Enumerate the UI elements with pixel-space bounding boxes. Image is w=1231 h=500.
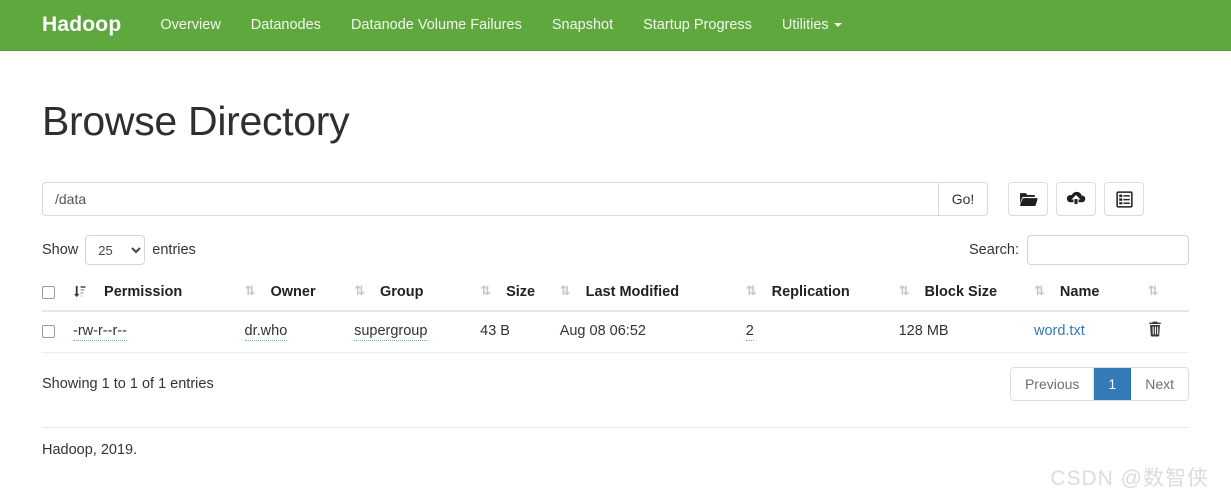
cut-paste-button[interactable] [1104, 182, 1144, 217]
nav-item-startup-progress[interactable]: Startup Progress [628, 0, 767, 51]
path-toolbar: Go! [42, 182, 1189, 217]
directory-path-input[interactable] [42, 182, 938, 217]
nav-link-list: Overview Datanodes Datanode Volume Failu… [139, 0, 856, 51]
column-header-group[interactable]: ⇅ Group [354, 275, 481, 313]
nav-link-datanode-volume-failures[interactable]: Datanode Volume Failures [336, 0, 537, 51]
nav-item-datanodes[interactable]: Datanodes [236, 0, 336, 51]
directory-listing-table: Permission ⇅ Owner ⇅ Group ⇅ Size ⇅ Last… [42, 275, 1189, 354]
datatable-footer: Showing 1 to 1 of 1 entries Previous 1 N… [42, 367, 1189, 402]
sort-both-icon: ⇅ [1147, 283, 1159, 299]
pagination-page-1[interactable]: 1 [1094, 368, 1132, 401]
search-input[interactable] [1027, 235, 1189, 266]
create-directory-button[interactable] [1008, 182, 1048, 217]
table-header: Permission ⇅ Owner ⇅ Group ⇅ Size ⇅ Last… [42, 275, 1189, 313]
table-body: -rw-r--r-- dr.who supergroup 43 B Aug 08… [42, 311, 1189, 354]
nav-item-utilities[interactable]: Utilities [767, 0, 857, 51]
nav-link-utilities[interactable]: Utilities [767, 0, 857, 51]
nav-link-utilities-label: Utilities [781, 16, 829, 33]
column-header-owner[interactable]: ⇅ Owner [244, 275, 355, 313]
sort-both-icon: ⇅ [244, 283, 256, 299]
entries-length-control: Show 25 50 100 entries [42, 235, 196, 266]
sort-both-icon: ⇅ [559, 283, 571, 299]
sort-both-icon: ⇅ [1033, 283, 1045, 299]
nav-item-overview[interactable]: Overview [145, 0, 235, 51]
nav-link-datanodes[interactable]: Datanodes [236, 0, 336, 51]
chevron-down-icon [833, 22, 842, 27]
cell-name: word.txt [1033, 311, 1148, 354]
nav-item-snapshot[interactable]: Snapshot [537, 0, 628, 51]
column-label-owner: Owner [270, 284, 316, 301]
select-all-checkbox[interactable] [42, 285, 55, 299]
column-label-group: Group [380, 284, 424, 301]
row-checkbox[interactable] [42, 324, 55, 338]
path-input-group: Go! [42, 182, 988, 217]
column-header-permission[interactable]: Permission [73, 275, 245, 313]
cloud-upload-icon [1066, 191, 1086, 207]
show-label: Show [42, 242, 79, 259]
page-title: Browse Directory [42, 98, 350, 144]
column-header-block-size[interactable]: ⇅ Block Size [898, 275, 1034, 313]
column-header-name[interactable]: ⇅ Name [1033, 275, 1148, 313]
brand-logo[interactable]: Hadoop [28, 0, 139, 50]
delete-file-button[interactable] [1148, 321, 1162, 341]
column-label-name: Name [1059, 284, 1100, 301]
column-label-block-size: Block Size [924, 284, 998, 301]
cell-replication: 2 [745, 311, 899, 354]
footer-divider [42, 427, 1189, 429]
group-value[interactable]: supergroup [354, 323, 428, 342]
nav-item-datanode-volume-failures[interactable]: Datanode Volume Failures [336, 0, 537, 51]
pagination-next[interactable]: Next [1131, 368, 1188, 401]
entries-label: entries [152, 242, 196, 259]
clipboard-list-icon [1115, 190, 1133, 208]
sort-both-icon: ⇅ [354, 283, 365, 299]
column-label-size: Size [506, 284, 536, 301]
pagination: Previous 1 Next [1009, 367, 1189, 402]
table-header-row: Permission ⇅ Owner ⇅ Group ⇅ Size ⇅ Last… [42, 275, 1189, 313]
datatable-controls: Show 25 50 100 entries Search: [42, 235, 1189, 266]
nav-link-startup-progress[interactable]: Startup Progress [628, 0, 767, 51]
top-navbar: Hadoop Overview Datanodes Datanode Volum… [0, 0, 1231, 51]
sort-amount-down-icon [73, 285, 86, 302]
nav-link-overview[interactable]: Overview [145, 0, 235, 51]
cell-block-size: 128 MB [898, 311, 1034, 354]
directory-action-buttons [1008, 182, 1144, 217]
csdn-watermark: CSDN @数智侠 [1050, 467, 1209, 490]
page-container: Browse Directory Go! [0, 98, 1231, 459]
sort-both-icon: ⇅ [480, 283, 491, 299]
go-button[interactable]: Go! [938, 182, 988, 217]
permission-value[interactable]: -rw-r--r-- [73, 323, 127, 342]
row-select-cell[interactable] [42, 311, 73, 354]
cell-permission: -rw-r--r-- [73, 311, 245, 354]
replication-value[interactable]: 2 [745, 323, 754, 342]
entries-info: Showing 1 to 1 of 1 entries [42, 376, 214, 393]
pagination-previous[interactable]: Previous [1010, 368, 1095, 401]
column-header-replication[interactable]: ⇅ Replication [745, 275, 899, 313]
column-header-last-modified[interactable]: ⇅ Last Modified [559, 275, 746, 313]
column-header-size[interactable]: ⇅ Size [480, 275, 560, 313]
entries-per-page-select[interactable]: 25 50 100 [85, 235, 146, 266]
nav-link-snapshot[interactable]: Snapshot [537, 0, 628, 51]
upload-files-button[interactable] [1056, 182, 1096, 217]
column-header-actions[interactable]: ⇅ [1147, 275, 1189, 313]
cell-size: 43 B [480, 311, 560, 354]
owner-value[interactable]: dr.who [244, 323, 288, 342]
sort-both-icon: ⇅ [745, 283, 757, 299]
column-label-replication: Replication [771, 284, 850, 301]
file-link-word-txt[interactable]: word.txt [1034, 323, 1085, 339]
page-footer: Hadoop, 2019. [42, 442, 138, 459]
column-label-last-modified: Last Modified [585, 284, 680, 301]
sort-both-icon: ⇅ [898, 283, 910, 299]
cell-actions [1147, 311, 1189, 354]
table-row[interactable]: -rw-r--r-- dr.who supergroup 43 B Aug 08… [42, 311, 1189, 354]
cell-owner: dr.who [244, 311, 355, 354]
folder-open-icon [1019, 191, 1038, 207]
cell-group: supergroup [354, 311, 481, 354]
column-label-permission: Permission [104, 284, 183, 301]
column-header-select-all[interactable] [42, 275, 73, 313]
search-label: Search: [969, 242, 1019, 259]
cell-last-modified: Aug 08 06:52 [559, 311, 746, 354]
search-control: Search: [969, 235, 1189, 266]
